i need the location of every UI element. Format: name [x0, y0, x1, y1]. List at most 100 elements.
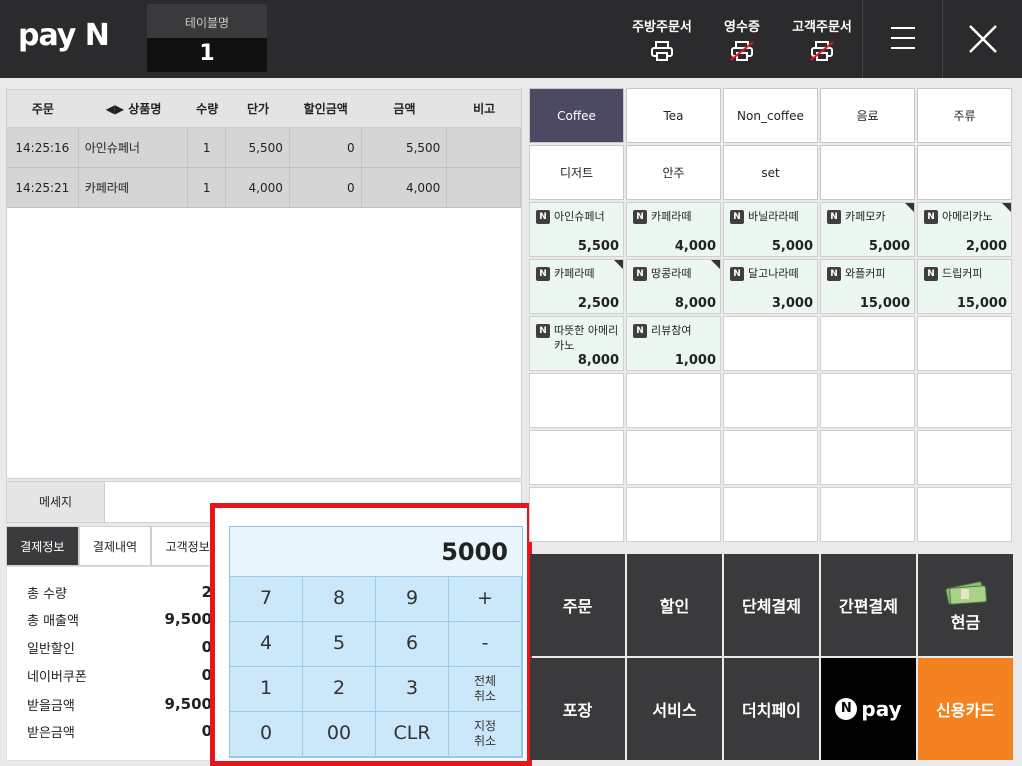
product-tile-empty[interactable]: [529, 487, 624, 542]
product-tile-empty[interactable]: [626, 487, 721, 542]
numpad-key-plus[interactable]: +: [449, 577, 522, 622]
category-coffee[interactable]: Coffee: [529, 88, 624, 143]
product-tile-empty[interactable]: [529, 373, 624, 428]
numpad-key-00[interactable]: 00: [303, 712, 376, 757]
product-tile[interactable]: N 따뜻한 아메리카노 8,000: [529, 316, 624, 371]
tab-payment-info[interactable]: 결제정보: [6, 526, 79, 566]
column-header[interactable]: ◀▶ 상품명: [79, 100, 189, 117]
naver-n-icon: N: [827, 210, 841, 224]
product-tile[interactable]: N 바닐라라떼 5,000: [723, 202, 818, 257]
numpad-clr-button[interactable]: CLR: [376, 712, 449, 757]
numpad-key-5[interactable]: 5: [303, 622, 376, 667]
product-tile-empty[interactable]: [723, 316, 818, 371]
column-header[interactable]: 금액: [362, 100, 448, 117]
product-tile-empty[interactable]: [917, 373, 1012, 428]
numpad-key-3[interactable]: 3: [376, 667, 449, 712]
group-payment-button[interactable]: 단체결제: [724, 554, 819, 656]
numpad-key-1[interactable]: 1: [230, 667, 303, 712]
numpad-key-8[interactable]: 8: [303, 577, 376, 622]
credit-card-button[interactable]: 신용카드: [918, 658, 1013, 760]
receipt-print-button[interactable]: 영수증: [710, 0, 774, 78]
product-tile-empty[interactable]: [626, 430, 721, 485]
product-tile[interactable]: N 리뷰참여 1,000: [626, 316, 721, 371]
numpad-cancel-selected-button[interactable]: 지정 취소: [449, 712, 522, 757]
tab-payment-history[interactable]: 결제내역: [78, 526, 152, 566]
amount-due-row: 받을금액 9,500: [27, 695, 212, 714]
product-tile-empty[interactable]: [529, 430, 624, 485]
numpad-key-9[interactable]: 9: [376, 577, 449, 622]
product-tile-empty[interactable]: [917, 430, 1012, 485]
column-header[interactable]: 비고: [447, 100, 521, 117]
naver-n-icon: N: [827, 267, 841, 281]
order-qty: 1: [188, 127, 227, 168]
naver-pay-button[interactable]: N pay: [821, 658, 916, 760]
product-tile-empty[interactable]: [917, 487, 1012, 542]
printer-icon: [651, 41, 673, 61]
numpad-key-7[interactable]: 7: [230, 577, 303, 622]
menu-button[interactable]: [862, 0, 942, 78]
cash-button[interactable]: 현금: [918, 554, 1013, 656]
table-indicator[interactable]: 테이블명 1: [147, 4, 267, 72]
category-snack[interactable]: 안주: [626, 145, 721, 200]
category-empty[interactable]: [917, 145, 1012, 200]
order-amount: 4,000: [362, 167, 448, 208]
order-note: [447, 167, 521, 208]
numpad-key-6[interactable]: 6: [376, 622, 449, 667]
kitchen-order-print-button[interactable]: 주방주문서: [628, 0, 696, 78]
dutch-pay-button[interactable]: 더치페이: [724, 658, 819, 760]
product-tile[interactable]: N 와플커피 15,000: [820, 259, 915, 314]
product-tile[interactable]: N 드립커피 15,000: [917, 259, 1012, 314]
takeout-button[interactable]: 포장: [530, 658, 625, 760]
column-header[interactable]: 수량: [188, 100, 226, 117]
product-tile[interactable]: N 땅콩라떼 8,000: [626, 259, 721, 314]
product-tile-empty[interactable]: [626, 373, 721, 428]
product-tile-empty[interactable]: [723, 430, 818, 485]
order-unit-price: 4,000: [226, 167, 290, 208]
product-tile[interactable]: N 달고나라떼 3,000: [723, 259, 818, 314]
category-empty[interactable]: [820, 145, 915, 200]
numpad-key-2[interactable]: 2: [303, 667, 376, 712]
close-button[interactable]: [942, 0, 1022, 78]
action-grid: 주문 할인 단체결제 간편결제 현금 포장 서비스 더치페이 N pay 신용카…: [530, 554, 1013, 760]
category-set[interactable]: set: [723, 145, 818, 200]
product-tile[interactable]: N 카페모카 5,000: [820, 202, 915, 257]
numpad-key-4[interactable]: 4: [230, 622, 303, 667]
table-number: 1: [199, 41, 215, 66]
column-header[interactable]: 주문: [7, 100, 79, 117]
app-logo: pay N: [18, 18, 110, 53]
product-tile[interactable]: N 아메리카노 2,000: [917, 202, 1012, 257]
numpad-clear-all-button[interactable]: 전체 취소: [449, 667, 522, 712]
category-non-coffee[interactable]: Non_coffee: [723, 88, 818, 143]
product-tile-empty[interactable]: [917, 316, 1012, 371]
order-row[interactable]: 14:25:21 카페라떼 1 4,000 0 4,000: [7, 167, 521, 208]
easy-payment-button[interactable]: 간편결제: [821, 554, 916, 656]
product-tile-empty[interactable]: [820, 373, 915, 428]
product-tile-empty[interactable]: [723, 487, 818, 542]
numpad-key-minus[interactable]: -: [449, 622, 522, 667]
product-tile[interactable]: N 아인슈페너 5,500: [529, 202, 624, 257]
numpad: 5000 7 8 9 + 4 5 6 - 1 2 3 전체 취소 0 00 CL…: [229, 526, 523, 758]
order-row[interactable]: 14:25:16 아인슈페너 1 5,500 0 5,500: [7, 127, 521, 168]
column-header[interactable]: 단가: [226, 100, 290, 117]
category-dessert[interactable]: 디저트: [529, 145, 624, 200]
product-tile-empty[interactable]: [820, 487, 915, 542]
option-corner-icon: [1002, 203, 1011, 212]
category-grid: Coffee Tea Non_coffee 음료 주류 디저트 안주 set: [529, 88, 1012, 200]
order-product-name: 아인슈페너: [79, 127, 189, 168]
product-tile-empty[interactable]: [820, 316, 915, 371]
column-header[interactable]: 할인금액: [290, 100, 362, 117]
numpad-key-0[interactable]: 0: [230, 712, 303, 757]
product-tile[interactable]: N 카페라떼 2,500: [529, 259, 624, 314]
order-button[interactable]: 주문: [530, 554, 625, 656]
category-alcohol[interactable]: 주류: [917, 88, 1012, 143]
customer-order-print-button[interactable]: 고객주문서: [788, 0, 856, 78]
service-button[interactable]: 서비스: [627, 658, 722, 760]
product-tile[interactable]: N 카페라떼 4,000: [626, 202, 721, 257]
discount-button[interactable]: 할인: [627, 554, 722, 656]
product-tile-empty[interactable]: [820, 430, 915, 485]
category-tea[interactable]: Tea: [626, 88, 721, 143]
product-tile-empty[interactable]: [723, 373, 818, 428]
info-tabs: 결제정보 결제내역 고객정보: [6, 526, 225, 566]
order-list-panel: 주문 ◀▶ 상품명 수량 단가 할인금액 금액 비고 14:25:16 아인슈페…: [6, 89, 522, 479]
category-beverage[interactable]: 음료: [820, 88, 915, 143]
